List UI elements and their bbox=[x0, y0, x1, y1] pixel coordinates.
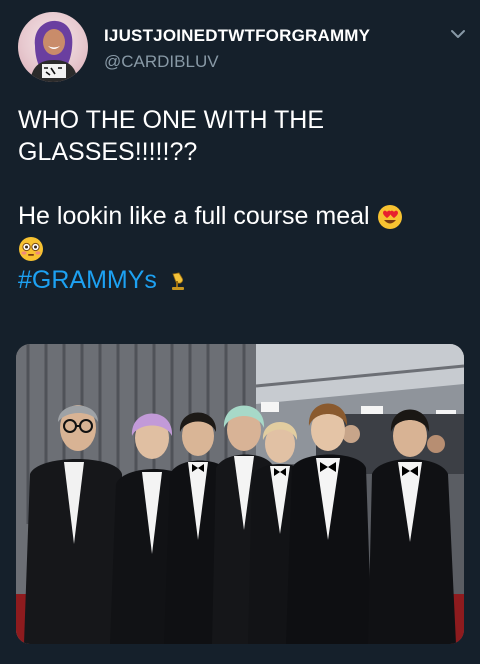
line-break bbox=[18, 168, 470, 200]
heart-eyes-emoji-icon bbox=[377, 204, 403, 230]
user-handle[interactable]: @CARDIBLUV bbox=[104, 52, 219, 72]
tweet-line-1: WHO THE ONE WITH THE bbox=[18, 106, 325, 134]
tweet-text: WHO THE ONE WITH THE GLASSES!!!!!?? He l… bbox=[18, 104, 470, 296]
tweet-line-4 bbox=[18, 232, 470, 264]
display-name[interactable]: IJUSTJOINEDTWTFORGRAMMY bbox=[104, 26, 370, 46]
tweet-line-2: GLASSES!!!!!?? bbox=[18, 138, 198, 166]
tweet-header: IJUSTJOINEDTWTFORGRAMMY @CARDIBLUV bbox=[0, 0, 480, 100]
tweet-media-photo[interactable] bbox=[16, 344, 464, 644]
tweet-line-3-container: He lookin like a full course meal bbox=[18, 200, 470, 232]
chevron-down-icon[interactable] bbox=[448, 24, 468, 44]
flushed-face-emoji-icon bbox=[18, 236, 44, 262]
hashtag-grammys-link[interactable]: #GRAMMYs bbox=[18, 266, 157, 294]
avatar[interactable] bbox=[18, 12, 88, 82]
profile-photo-icon bbox=[30, 20, 78, 82]
group-photo-image bbox=[16, 344, 464, 644]
tweet-line-3: He lookin like a full course meal bbox=[18, 202, 370, 230]
gramophone-emoji-icon bbox=[164, 268, 190, 294]
hashtag-line: #GRAMMYs bbox=[18, 264, 470, 296]
